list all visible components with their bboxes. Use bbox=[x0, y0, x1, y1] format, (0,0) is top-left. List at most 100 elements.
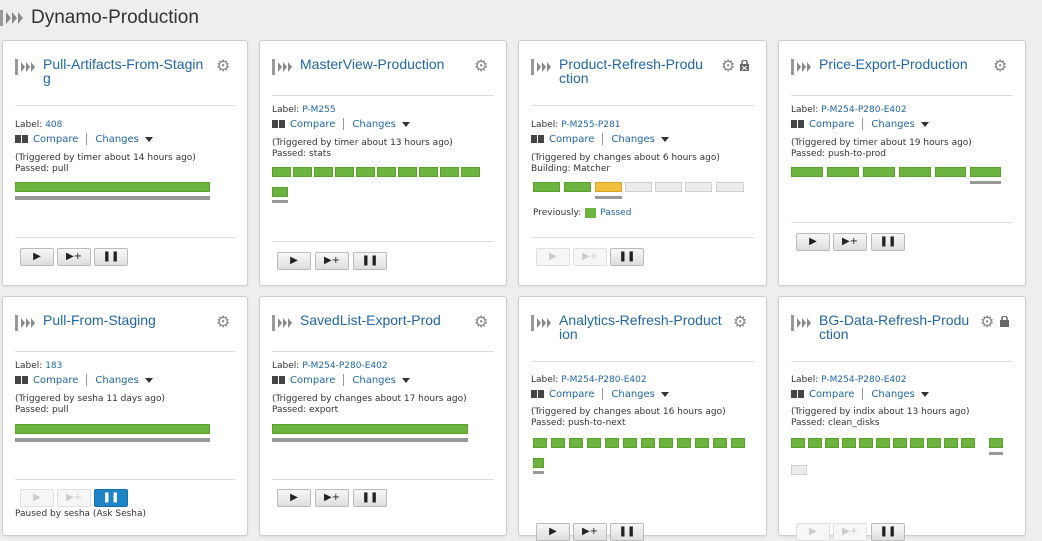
stage-segment[interactable] bbox=[927, 438, 941, 448]
trigger-with-options-button[interactable]: ▶+ bbox=[315, 489, 349, 507]
stage-segment[interactable] bbox=[695, 438, 709, 448]
chevron-down-icon[interactable] bbox=[920, 391, 929, 397]
stage-segment-pending[interactable] bbox=[791, 465, 807, 475]
stage-segment[interactable] bbox=[827, 167, 859, 177]
stage-segment[interactable] bbox=[989, 438, 1003, 448]
compare-link[interactable]: Compare bbox=[549, 134, 594, 145]
stage-segment[interactable] bbox=[944, 438, 958, 448]
pipeline-name-link[interactable]: MasterView-Production bbox=[300, 57, 470, 71]
pipeline-name-link[interactable]: BG-Data-Refresh-Produ ction bbox=[819, 313, 974, 341]
trigger-with-options-button[interactable]: ▶+ bbox=[573, 523, 607, 541]
compare-link[interactable]: Compare bbox=[809, 389, 854, 400]
label-link[interactable]: 183 bbox=[45, 361, 62, 371]
trigger-button[interactable]: ▶ bbox=[277, 489, 311, 507]
changes-link[interactable]: Changes bbox=[352, 119, 396, 130]
label-link[interactable]: 408 bbox=[45, 120, 62, 130]
trigger-with-options-button[interactable]: ▶+ bbox=[833, 523, 867, 541]
stage-segment[interactable] bbox=[398, 167, 417, 177]
chevron-down-icon[interactable] bbox=[660, 136, 669, 142]
stage-segment-building[interactable] bbox=[595, 182, 622, 192]
stage-segment[interactable] bbox=[569, 438, 583, 448]
label-link[interactable]: P-M254-P280-E402 bbox=[821, 375, 906, 385]
pipeline-name-link[interactable]: SavedList-Export-Prod bbox=[300, 313, 470, 327]
label-link[interactable]: P-M255 bbox=[302, 105, 335, 115]
changes-link[interactable]: Changes bbox=[611, 134, 655, 145]
stage-segment[interactable] bbox=[605, 438, 619, 448]
stage-segment[interactable] bbox=[461, 167, 480, 177]
stage-segment[interactable] bbox=[731, 438, 745, 448]
gear-icon[interactable]: ⚙ bbox=[474, 58, 488, 74]
label-link[interactable]: P-M254-P280-E402 bbox=[561, 375, 646, 385]
chevron-down-icon[interactable] bbox=[401, 121, 410, 127]
stage-segment[interactable] bbox=[533, 182, 560, 192]
stage-segment[interactable] bbox=[791, 438, 805, 448]
stage-segment[interactable] bbox=[791, 167, 823, 177]
stage-segment[interactable] bbox=[272, 167, 291, 177]
chevron-down-icon[interactable] bbox=[920, 121, 929, 127]
stage-segment[interactable] bbox=[551, 438, 565, 448]
stage-segment[interactable] bbox=[842, 438, 856, 448]
stage-segment[interactable] bbox=[377, 167, 396, 177]
stage-segment[interactable] bbox=[713, 438, 727, 448]
stage-segment[interactable] bbox=[863, 167, 895, 177]
trigger-with-options-button[interactable]: ▶+ bbox=[57, 248, 91, 266]
compare-link[interactable]: Compare bbox=[809, 119, 854, 130]
trigger-with-options-button[interactable]: ▶+ bbox=[57, 489, 91, 507]
trigger-with-options-button[interactable]: ▶+ bbox=[573, 248, 607, 266]
pause-button[interactable]: ❚❚ bbox=[871, 233, 905, 251]
stage-segment[interactable] bbox=[893, 438, 907, 448]
pipeline-name-link[interactable]: Price-Export-Production bbox=[819, 57, 989, 71]
unpause-button[interactable]: ❚❚ bbox=[94, 489, 128, 507]
trigger-button[interactable]: ▶ bbox=[20, 489, 54, 507]
changes-link[interactable]: Changes bbox=[871, 389, 915, 400]
stage-segment[interactable] bbox=[587, 438, 601, 448]
stage-segment-pending[interactable] bbox=[685, 182, 712, 192]
stage-segment[interactable] bbox=[419, 167, 438, 177]
compare-link[interactable]: Compare bbox=[290, 375, 335, 386]
lock-icon[interactable] bbox=[999, 316, 1010, 327]
stage-bar[interactable] bbox=[15, 182, 210, 192]
changes-link[interactable]: Changes bbox=[871, 119, 915, 130]
stage-segment[interactable] bbox=[564, 182, 591, 192]
stage-segment-pending[interactable] bbox=[625, 182, 652, 192]
stage-segment[interactable] bbox=[641, 438, 655, 448]
pause-button[interactable]: ❚❚ bbox=[353, 252, 387, 270]
stage-segment-pending[interactable] bbox=[655, 182, 682, 192]
label-link[interactable]: P-M255-P281 bbox=[561, 120, 620, 130]
stage-segment[interactable] bbox=[910, 438, 924, 448]
gear-icon[interactable]: ⚙ bbox=[733, 314, 747, 330]
pipeline-name-link[interactable]: Pull-Artifacts-From-Stagin g bbox=[43, 57, 208, 85]
label-link[interactable]: P-M254-P280-E402 bbox=[821, 105, 906, 115]
gear-icon[interactable]: ⚙ bbox=[721, 58, 735, 74]
gear-icon[interactable]: ⚙ bbox=[216, 58, 230, 74]
trigger-button[interactable]: ▶ bbox=[536, 523, 570, 541]
stage-segment[interactable] bbox=[356, 167, 375, 177]
pause-button[interactable]: ❚❚ bbox=[610, 523, 644, 541]
trigger-with-options-button[interactable]: ▶+ bbox=[315, 252, 349, 270]
pause-button[interactable]: ❚❚ bbox=[610, 248, 644, 266]
stage-segment[interactable] bbox=[440, 167, 459, 177]
pipeline-name-link[interactable]: Analytics-Refresh-Product ion bbox=[559, 313, 727, 341]
compare-link[interactable]: Compare bbox=[290, 119, 335, 130]
pause-button[interactable]: ❚❚ bbox=[871, 523, 905, 541]
compare-link[interactable]: Compare bbox=[549, 389, 594, 400]
compare-link[interactable]: Compare bbox=[33, 134, 78, 145]
stage-segment[interactable] bbox=[314, 167, 333, 177]
chevron-down-icon[interactable] bbox=[144, 136, 153, 142]
stage-segment[interactable] bbox=[935, 167, 966, 177]
pipeline-name-link[interactable]: Product-Refresh-Produ ction bbox=[559, 57, 709, 85]
lock-icon[interactable] bbox=[739, 60, 750, 71]
gear-icon[interactable]: ⚙ bbox=[474, 314, 488, 330]
stage-segment[interactable] bbox=[533, 438, 547, 448]
stage-segment[interactable] bbox=[808, 438, 822, 448]
gear-icon[interactable]: ⚙ bbox=[216, 314, 230, 330]
stage-segment[interactable] bbox=[659, 438, 673, 448]
stage-bar[interactable] bbox=[15, 424, 210, 434]
stage-segment[interactable] bbox=[825, 438, 839, 448]
trigger-button[interactable]: ▶ bbox=[796, 523, 830, 541]
compare-link[interactable]: Compare bbox=[33, 375, 78, 386]
chevron-down-icon[interactable] bbox=[660, 391, 669, 397]
trigger-button[interactable]: ▶ bbox=[536, 248, 570, 266]
changes-link[interactable]: Changes bbox=[352, 375, 396, 386]
trigger-with-options-button[interactable]: ▶+ bbox=[833, 233, 867, 251]
